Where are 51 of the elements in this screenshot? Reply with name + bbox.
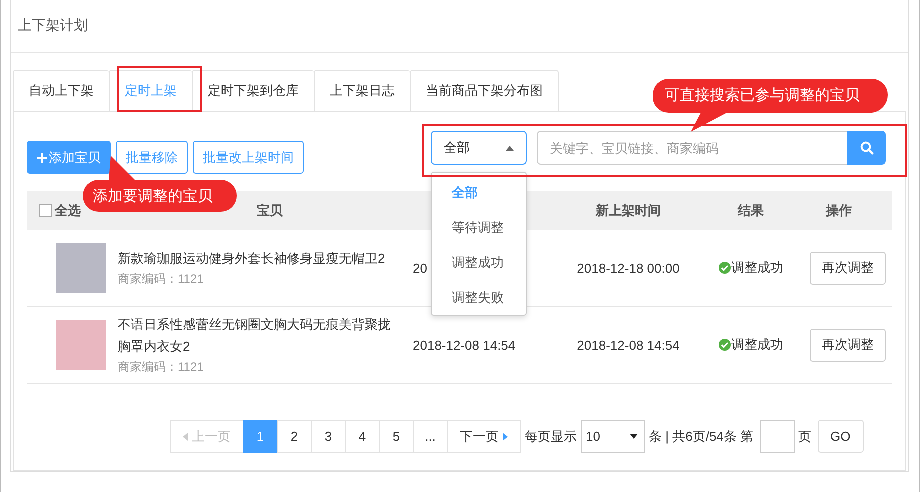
photo-placeholder bbox=[56, 320, 106, 370]
tab[interactable]: 自动上下架 bbox=[13, 70, 109, 111]
item-title[interactable]: 新款瑜珈服运动健身外套长袖修身显瘦无帽卫2 bbox=[118, 248, 401, 270]
search-icon bbox=[860, 141, 874, 155]
filter-dropdown[interactable]: 全部 bbox=[431, 131, 527, 165]
tab[interactable]: 上下架日志 bbox=[314, 70, 410, 111]
checkbox[interactable] bbox=[39, 204, 52, 217]
readjust-button[interactable]: 再次调整 bbox=[810, 252, 886, 284]
page-input[interactable] bbox=[760, 420, 795, 453]
table-cell: 2018-12-18 00:00 bbox=[577, 260, 680, 276]
readjust-button[interactable]: 再次调整 bbox=[810, 328, 886, 362]
column-header: 结果 bbox=[738, 202, 764, 220]
page-button[interactable]: 2 bbox=[277, 420, 311, 453]
per-page-label: 每页显示 bbox=[525, 428, 577, 446]
search-button[interactable] bbox=[847, 131, 886, 165]
item-code: 商家编码：1121 bbox=[118, 271, 205, 288]
tab[interactable]: 定时下架到仓库 bbox=[192, 70, 314, 111]
column-header: 新上架时间 bbox=[596, 202, 661, 220]
triangle-left-icon bbox=[183, 432, 188, 440]
result-text: 调整成功 bbox=[732, 336, 784, 354]
plus-icon bbox=[37, 152, 47, 162]
page-summary: 条 | 共6页/54条 第 bbox=[649, 428, 754, 446]
callout-text: 添加要调整的宝贝 bbox=[93, 187, 213, 206]
column-header: 操作 bbox=[826, 202, 852, 220]
page-button[interactable]: 3 bbox=[311, 420, 345, 453]
page-title: 上下架计划 bbox=[18, 17, 88, 35]
triangle-right-icon bbox=[503, 432, 508, 440]
page-button[interactable]: 5 bbox=[379, 420, 413, 453]
item-title[interactable]: 不语日系性感蕾丝无钢圈文胸大码无痕美背聚拢胸罩内衣女2 bbox=[118, 314, 401, 358]
photo-placeholder bbox=[56, 243, 106, 293]
caret-icon bbox=[630, 434, 638, 439]
result-text: 调整成功 bbox=[732, 259, 784, 277]
callout-text: 可直接搜索已参与调整的宝贝 bbox=[665, 86, 860, 105]
dropdown-option[interactable]: 调整失败 bbox=[432, 280, 526, 315]
caret-icon bbox=[506, 146, 514, 150]
table-cell: 2018-12-08 14:54 bbox=[577, 338, 680, 352]
table-cell: 2018-12-08 14:54 bbox=[413, 338, 516, 352]
table-cell: 20 bbox=[413, 260, 428, 276]
go-button[interactable]: GO bbox=[818, 420, 864, 453]
dropdown-option[interactable]: 调整成功 bbox=[432, 246, 526, 280]
item-code: 商家编码：1121 bbox=[118, 359, 205, 376]
tab[interactable]: 当前商品下架分布图 bbox=[410, 70, 559, 111]
per-page-select[interactable]: 10 bbox=[581, 420, 645, 453]
select-all-label: 全选 bbox=[55, 202, 81, 220]
page-button[interactable]: ... bbox=[413, 420, 447, 453]
next-page-button[interactable]: 下一页 bbox=[447, 420, 521, 453]
column-header: 宝贝 bbox=[257, 202, 283, 220]
search-field[interactable]: 关键字、宝贝链接、商家编码 bbox=[537, 131, 847, 165]
dropdown-option[interactable]: 等待调整 bbox=[432, 210, 526, 246]
page-button[interactable]: 4 bbox=[345, 420, 379, 453]
page-suffix: 页 bbox=[798, 428, 812, 446]
